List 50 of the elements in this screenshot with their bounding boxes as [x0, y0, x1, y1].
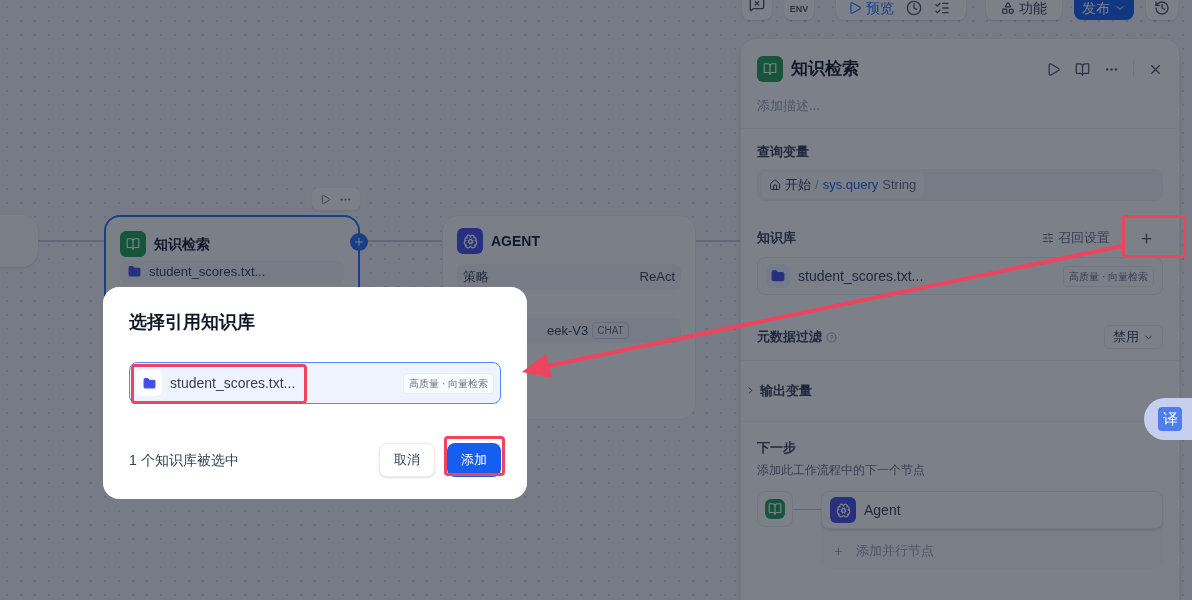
run-icon[interactable]	[320, 193, 331, 205]
variable-field[interactable]: 开始 / sys.query String	[757, 169, 1163, 201]
book-icon	[757, 56, 783, 82]
book-icon[interactable]	[1075, 61, 1090, 77]
env-button[interactable]: ENV	[784, 0, 814, 20]
folder-icon	[128, 265, 141, 279]
highlight-frame	[1122, 215, 1186, 258]
next-node-card[interactable]: Agent	[821, 491, 1163, 529]
play-icon	[848, 1, 862, 15]
row-label: 策略	[463, 268, 489, 286]
book-icon	[120, 231, 146, 257]
home-icon	[769, 179, 781, 191]
plus-icon	[1138, 230, 1154, 246]
panel-title: 知识检索	[791, 58, 859, 81]
metadata-select[interactable]: 禁用	[1104, 325, 1163, 349]
chat-close-icon	[749, 0, 765, 12]
row-value: ReAct	[639, 268, 675, 286]
agent-icon	[457, 228, 483, 254]
shapes-icon	[1001, 1, 1015, 15]
model-tag: CHAT	[592, 321, 629, 339]
node-title: 知识检索	[154, 234, 210, 254]
clock-icon[interactable]	[906, 0, 922, 16]
section-label: 下一步	[757, 438, 797, 457]
section-label: 知识库	[757, 229, 796, 248]
publish-button[interactable]: 发布	[1074, 0, 1134, 20]
recall-settings-button[interactable]: 召回设置	[1042, 228, 1110, 248]
cancel-button[interactable]: 取消	[379, 443, 435, 477]
plus-icon	[833, 545, 844, 557]
book-icon	[765, 499, 785, 519]
folder-icon	[766, 264, 790, 288]
section-label: 元数据过滤	[757, 328, 822, 347]
agent-icon	[830, 497, 856, 523]
checklist-icon[interactable]	[934, 0, 950, 16]
output-section-toggle[interactable]: 输出变量	[741, 381, 1179, 401]
section-label: 查询变量	[757, 142, 810, 161]
knowledge-item: student_scores.txt...	[120, 261, 344, 283]
highlight-frame	[444, 436, 505, 476]
node-title: AGENT	[491, 231, 540, 251]
sliders-icon	[1042, 232, 1054, 244]
history-icon	[1154, 0, 1170, 16]
features-button[interactable]: 功能	[986, 0, 1062, 20]
model-name: eek-V3	[547, 321, 589, 340]
dialog-title: 选择引用知识库	[129, 311, 256, 334]
run-icon[interactable]	[1046, 61, 1061, 77]
retrieval-badge: 高质量 · 向量检索	[403, 372, 494, 394]
translate-widget[interactable]: 译	[1144, 398, 1192, 440]
add-node-handle[interactable]	[350, 233, 368, 251]
preview-button[interactable]: 预览	[848, 0, 894, 19]
folder-icon	[136, 370, 162, 396]
selection-count: 1 个知识库被选中	[129, 450, 239, 470]
